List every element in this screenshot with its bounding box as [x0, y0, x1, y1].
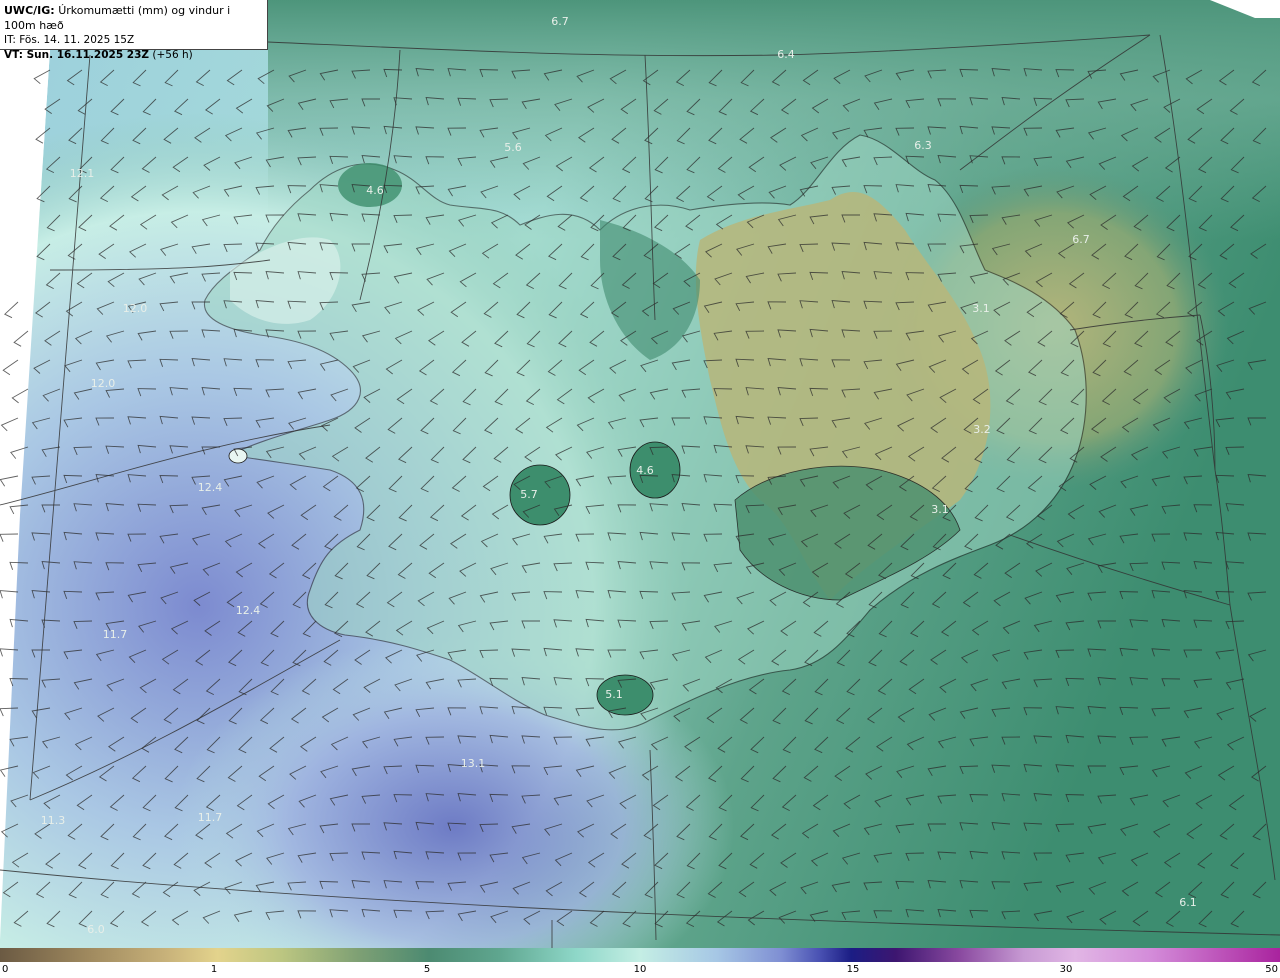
value-label: 6.7 — [1072, 233, 1090, 246]
value-label: 5.6 — [504, 141, 522, 154]
map-header: UWC/IG: Úrkomumætti (mm) og vindur i 100… — [0, 0, 268, 61]
header-title-line: UWC/IG: Úrkomumætti (mm) og vindur i 100… — [4, 3, 263, 33]
value-label: 12.0 — [91, 377, 116, 390]
precip-colorbar — [0, 948, 1280, 962]
value-label: 3.2 — [973, 423, 991, 436]
value-label: 12.4 — [236, 604, 261, 617]
colorbar-tick: 15 — [846, 964, 860, 975]
value-label: 6.7 — [551, 15, 569, 28]
value-label: 12.4 — [198, 481, 223, 494]
value-label: 4.6 — [636, 464, 654, 477]
value-label: 6.0 — [87, 923, 105, 936]
colorbar-tick: 10 — [633, 964, 647, 975]
value-label: 12.1 — [70, 167, 95, 180]
value-label: 6.1 — [1179, 896, 1197, 909]
value-label: 13.1 — [461, 757, 486, 770]
colorbar-tick: 30 — [1059, 964, 1073, 975]
value-label: 3.1 — [931, 503, 949, 516]
value-label: 11.7 — [103, 628, 128, 641]
glacier-langjokull — [509, 464, 571, 526]
value-label: 11.7 — [198, 811, 223, 824]
init-time: IT: Fös. 14. 11. 2025 15Z — [4, 34, 135, 46]
colorbar-tick: 0 — [2, 964, 9, 975]
colorbar-ticks: 0 1 5 10 15 30 50 — [0, 962, 1280, 978]
colorbar-tick: 50 — [1265, 964, 1278, 975]
value-label: 5.7 — [520, 488, 538, 501]
value-label: 12.0 — [123, 302, 148, 315]
valid-time: VT: Sun. 16.11.2025 23Z — [4, 49, 150, 61]
map-canvas: 6.7 6.4 5.6 6.3 12.1 4.6 6.7 12.0 3.1 12… — [0, 0, 1280, 948]
colorbar-tick: 5 — [423, 964, 431, 975]
valid-time-line: VT: Sun. 16.11.2025 23Z (+56 h) — [4, 48, 263, 63]
value-label: 4.6 — [366, 184, 384, 197]
value-label: 6.4 — [777, 48, 795, 61]
forecast-map: 6.7 6.4 5.6 6.3 12.1 4.6 6.7 12.0 3.1 12… — [0, 0, 1280, 948]
value-label: 11.3 — [41, 814, 66, 827]
colorbar-tick: 1 — [210, 964, 218, 975]
model-label: UWC/IG: — [4, 4, 55, 17]
value-label: 6.3 — [914, 139, 932, 152]
snaefellsjokull — [228, 448, 248, 464]
value-label: 5.1 — [605, 688, 623, 701]
value-label: 3.1 — [972, 302, 990, 315]
lead-time: (+56 h) — [152, 49, 193, 61]
